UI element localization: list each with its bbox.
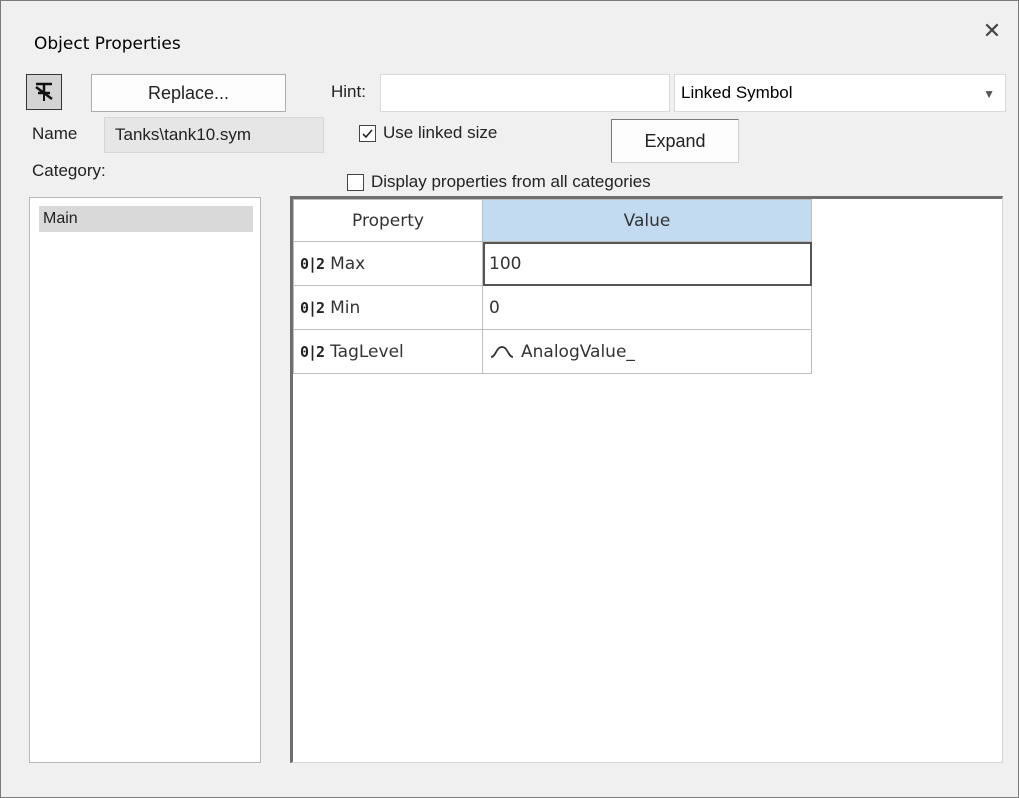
symbol-name-field: Tanks\tank10.sym bbox=[104, 117, 324, 153]
use-linked-size-checkbox[interactable]: Use linked size bbox=[359, 123, 497, 143]
property-table: Property Value 0|2 Max 100 0|2 Min 0 0|2… bbox=[293, 199, 812, 374]
display-all-categories-label: Display properties from all categories bbox=[371, 172, 651, 191]
value-cell[interactable]: 0 bbox=[482, 285, 812, 330]
property-value: AnalogValue_ bbox=[521, 341, 635, 362]
property-value: 0 bbox=[489, 297, 500, 318]
numeric-type-icon: 0|2 bbox=[300, 342, 325, 361]
checkbox-unchecked-icon bbox=[347, 173, 364, 191]
table-row[interactable]: 0|2 Max 100 bbox=[293, 241, 812, 286]
checkbox-checked-icon bbox=[359, 124, 376, 142]
category-item-main[interactable]: Main bbox=[39, 206, 253, 232]
pushpin-icon bbox=[35, 82, 53, 101]
name-label: Name bbox=[32, 124, 78, 143]
replace-button[interactable]: Replace... bbox=[91, 74, 286, 112]
property-cell[interactable]: 0|2 TagLevel bbox=[293, 329, 483, 374]
property-name: Max bbox=[330, 253, 366, 274]
column-header-value[interactable]: Value bbox=[482, 199, 812, 242]
hint-input[interactable] bbox=[380, 74, 670, 112]
category-list[interactable]: Main bbox=[29, 197, 261, 763]
column-header-property[interactable]: Property bbox=[293, 199, 483, 242]
symbol-type-select[interactable]: Linked Symbol ▼ bbox=[674, 74, 1006, 112]
table-row[interactable]: 0|2 TagLevel AnalogValue_ bbox=[293, 329, 812, 374]
table-row[interactable]: 0|2 Min 0 bbox=[293, 285, 812, 330]
property-value[interactable]: 100 bbox=[489, 254, 521, 274]
property-name: TagLevel bbox=[330, 341, 404, 362]
pin-button[interactable] bbox=[26, 74, 62, 110]
expand-button[interactable]: Expand bbox=[611, 119, 739, 163]
hint-label: Hint: bbox=[331, 82, 366, 101]
close-icon[interactable]: ✕ bbox=[979, 19, 1005, 45]
numeric-type-icon: 0|2 bbox=[300, 298, 325, 317]
symbol-type-value: Linked Symbol bbox=[681, 83, 793, 102]
use-linked-size-label: Use linked size bbox=[383, 123, 498, 142]
property-cell[interactable]: 0|2 Min bbox=[293, 285, 483, 330]
numeric-type-icon: 0|2 bbox=[300, 254, 325, 273]
dialog-title: Object Properties bbox=[34, 34, 181, 54]
property-cell[interactable]: 0|2 Max bbox=[293, 241, 483, 286]
value-cell[interactable]: 100 bbox=[482, 241, 812, 286]
chevron-down-icon: ▼ bbox=[983, 87, 995, 101]
property-name: Min bbox=[330, 297, 361, 318]
display-all-categories-checkbox[interactable]: Display properties from all categories bbox=[347, 172, 651, 192]
value-cell[interactable]: AnalogValue_ bbox=[482, 329, 812, 374]
property-grid[interactable]: Property Value 0|2 Max 100 0|2 Min 0 0|2… bbox=[290, 196, 1003, 763]
wave-icon bbox=[490, 345, 514, 358]
object-properties-dialog: Object Properties ✕ Replace... Hint: Lin… bbox=[0, 0, 1019, 798]
category-label: Category: bbox=[32, 161, 106, 180]
